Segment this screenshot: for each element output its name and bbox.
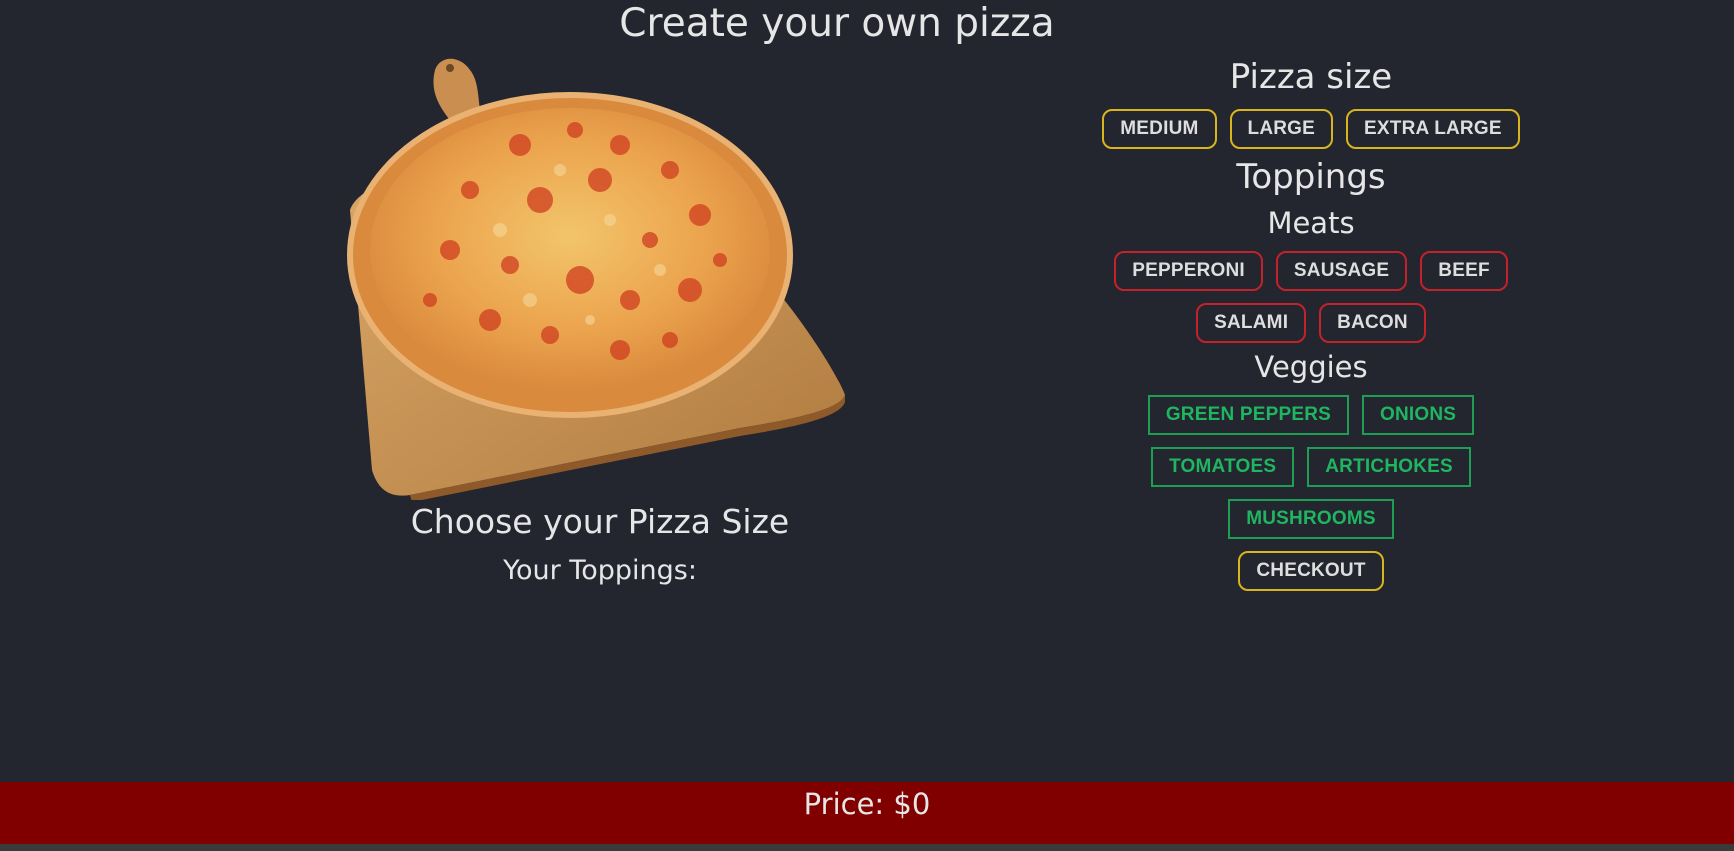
meats-row-1: PEPPERONI SAUSAGE BEEF xyxy=(1011,251,1611,291)
veggies-heading: Veggies xyxy=(1254,350,1368,384)
topping-green-peppers-button[interactable]: GREEN PEPPERS xyxy=(1147,395,1350,435)
topping-mushrooms-button[interactable]: MUSHROOMS xyxy=(1228,499,1394,539)
your-toppings-label: Your Toppings: xyxy=(503,555,697,586)
checkout-button[interactable]: CHECKOUT xyxy=(1238,551,1384,591)
meats-heading: Meats xyxy=(1267,206,1355,240)
topping-beef-button[interactable]: BEEF xyxy=(1420,251,1508,291)
options-column: Pizza size MEDIUM LARGE EXTRA LARGE Topp… xyxy=(1011,55,1611,591)
pizza-size-heading: Pizza size xyxy=(1229,57,1393,97)
topping-bacon-button[interactable]: BACON xyxy=(1319,303,1426,343)
topping-pepperoni-button[interactable]: PEPPERONI xyxy=(1114,251,1263,291)
topping-artichokes-button[interactable]: ARTICHOKES xyxy=(1307,447,1471,487)
checkout-row: CHECKOUT xyxy=(1011,551,1611,591)
price-text: Price: $0 xyxy=(803,787,931,821)
meats-row-2: SALAMI BACON xyxy=(1011,303,1611,343)
bottom-strip xyxy=(0,844,1734,851)
veggies-row-3: MUSHROOMS xyxy=(1011,499,1611,539)
pizza-preview-column: Choose your Pizza Size Your Toppings: xyxy=(320,50,880,588)
choose-size-label: Choose your Pizza Size xyxy=(410,502,790,541)
size-extra-large-button[interactable]: EXTRA LARGE xyxy=(1346,109,1520,149)
toppings-heading: Toppings xyxy=(1236,157,1386,197)
page-title: Create your own pizza xyxy=(619,1,1055,46)
veggies-row-2: TOMATOES ARTICHOKES xyxy=(1011,447,1611,487)
topping-sausage-button[interactable]: SAUSAGE xyxy=(1275,251,1408,291)
pizza-image xyxy=(320,50,880,500)
topping-salami-button[interactable]: SALAMI xyxy=(1196,303,1307,343)
topping-onions-button[interactable]: ONIONS xyxy=(1362,395,1475,435)
price-bar: Price: $0 xyxy=(0,782,1734,844)
veggies-row-1: GREEN PEPPERS ONIONS xyxy=(1011,395,1611,435)
size-options: MEDIUM LARGE EXTRA LARGE xyxy=(1011,109,1611,149)
topping-tomatoes-button[interactable]: TOMATOES xyxy=(1151,447,1295,487)
size-medium-button[interactable]: MEDIUM xyxy=(1102,109,1217,149)
size-large-button[interactable]: LARGE xyxy=(1229,109,1334,149)
